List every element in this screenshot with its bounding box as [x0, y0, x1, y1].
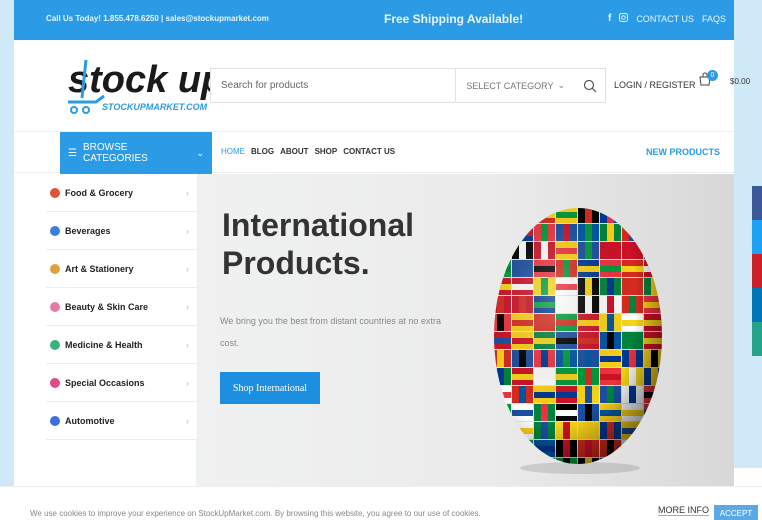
nav-link-blog[interactable]: BLOG	[251, 147, 274, 156]
svg-text:STOCKUPMARKET.COM: STOCKUPMARKET.COM	[102, 102, 208, 112]
chevron-right-icon: ›	[186, 187, 189, 198]
hero-title-line: Products.	[222, 245, 370, 281]
new-products-link[interactable]: NEW PRODUCTS	[646, 147, 720, 157]
linkedin-share-icon[interactable]	[752, 288, 762, 322]
sidebar-item-label: Medicine & Health	[65, 339, 143, 350]
sidebar-item-label: Special Occasions	[65, 377, 145, 388]
sidebar-item-art-stationery[interactable]: Art & Stationery ›	[46, 250, 197, 288]
sidebar-item-beauty-skin-care[interactable]: Beauty & Skin Care ›	[46, 288, 197, 326]
browse-categories-label: BROWSE CATEGORIES	[82, 142, 148, 164]
chevron-right-icon: ›	[186, 377, 189, 388]
svg-text:stock up: stock up	[68, 59, 210, 101]
gift-icon	[50, 377, 60, 388]
search-icon	[583, 79, 597, 92]
cart-count-badge: 0	[707, 70, 718, 81]
sidebar-item-label: Beverages	[65, 225, 111, 236]
pinterest-share-icon[interactable]	[752, 254, 762, 288]
social-share-bar	[752, 186, 762, 356]
page-backdrop-left	[0, 0, 14, 520]
sidebar-item-label: Art & Stationery	[65, 263, 134, 274]
beauty-icon	[50, 301, 60, 312]
chevron-right-icon: ›	[186, 339, 189, 350]
flags-globe-image	[490, 206, 666, 476]
sidebar-item-special-occasions[interactable]: Special Occasions ›	[46, 364, 197, 402]
nav-links: HOME BLOG ABOUT SHOP CONTACT US	[221, 147, 395, 156]
category-select[interactable]: SELECT CATEGORY ⌄	[455, 69, 575, 102]
beverage-icon	[50, 225, 60, 236]
hero-title-line: International	[222, 207, 415, 243]
sidebar-item-label: Food & Grocery	[65, 187, 134, 198]
contact-us-link[interactable]: CONTACT US	[636, 14, 694, 24]
medicine-icon	[50, 339, 60, 350]
nav-link-home[interactable]: HOME	[221, 147, 245, 156]
instagram-icon[interactable]	[619, 13, 629, 24]
category-select-label: SELECT CATEGORY	[466, 80, 554, 91]
twitter-share-icon[interactable]	[752, 220, 762, 254]
chevron-down-icon: ⌄	[196, 147, 204, 158]
menu-icon: ☰	[68, 147, 77, 159]
chevron-right-icon: ›	[186, 263, 189, 274]
nav-link-about[interactable]: ABOUT	[280, 147, 308, 156]
sidebar-item-automotive[interactable]: Automotive ›	[46, 402, 197, 440]
main-nav: ☰ BROWSE CATEGORIES ⌄ HOME BLOG ABOUT SH…	[14, 131, 734, 174]
food-icon	[50, 187, 60, 198]
facebook-icon[interactable]: f	[608, 13, 611, 24]
top-bar-links: f CONTACT US FAQS	[608, 13, 726, 24]
sidebar-item-medicine-health[interactable]: Medicine & Health ›	[46, 326, 197, 364]
car-icon	[50, 415, 60, 426]
stockup-logo[interactable]: stock up STOCKUPMARKET.COM	[60, 46, 224, 126]
share-icon[interactable]	[752, 322, 762, 356]
chevron-right-icon: ›	[186, 415, 189, 426]
cookie-more-info-link[interactable]: MORE INFO	[658, 505, 709, 516]
faqs-link[interactable]: FAQS	[702, 14, 726, 24]
login-register-link[interactable]: LOGIN / REGISTER	[614, 80, 696, 90]
search-button[interactable]	[575, 69, 605, 102]
cart-button[interactable]: 0 $0.00	[698, 70, 751, 86]
sidebar-item-label: Automotive	[65, 415, 115, 426]
shop-international-button[interactable]: Shop International	[220, 372, 320, 404]
category-sidebar: Food & Grocery › Beverages › Art & Stati…	[46, 174, 198, 440]
nav-link-shop[interactable]: SHOP	[315, 147, 338, 156]
hero-title: International Products.	[222, 206, 482, 282]
chevron-right-icon: ›	[186, 225, 189, 236]
facebook-share-icon[interactable]	[752, 186, 762, 220]
art-icon	[50, 263, 60, 274]
hero-subtitle: We bring you the best from distant count…	[220, 316, 441, 348]
sidebar-item-food-grocery[interactable]: Food & Grocery ›	[46, 174, 197, 212]
cookie-message: We use cookies to improve your experienc…	[30, 509, 481, 518]
sidebar-item-label: Beauty & Skin Care	[65, 301, 149, 312]
search-bar: SELECT CATEGORY ⌄	[210, 68, 606, 103]
cookie-accept-button[interactable]: ACCEPT	[714, 505, 758, 520]
browse-categories-button[interactable]: ☰ BROWSE CATEGORIES ⌄	[60, 132, 212, 174]
top-bar: Call Us Today! 1.855.478.6250 | sales@st…	[14, 0, 734, 40]
chevron-down-icon: ⌄	[557, 80, 565, 90]
shipping-notice: Free Shipping Available!	[384, 12, 524, 26]
sidebar-item-beverages[interactable]: Beverages ›	[46, 212, 197, 250]
cookie-banner: We use cookies to improve your experienc…	[0, 486, 762, 520]
chevron-right-icon: ›	[186, 301, 189, 312]
contact-info[interactable]: Call Us Today! 1.855.478.6250 | sales@st…	[46, 14, 269, 23]
nav-link-contact-us[interactable]: CONTACT US	[343, 147, 395, 156]
cart-total: $0.00	[730, 76, 751, 86]
search-input[interactable]	[211, 69, 456, 102]
